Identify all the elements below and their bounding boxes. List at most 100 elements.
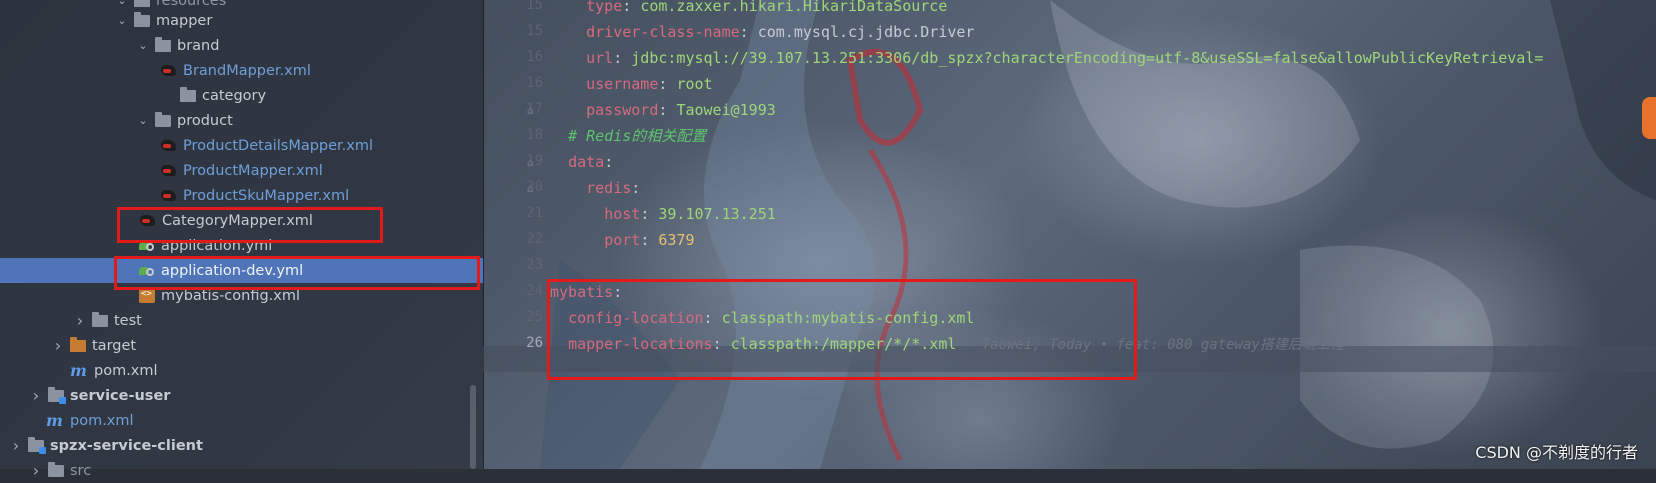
highlight-box-category-mapper — [117, 207, 383, 243]
code-token: : — [631, 179, 641, 197]
tree-item-label: BrandMapper.xml — [183, 62, 311, 79]
folder-icon — [134, 0, 150, 7]
mybatis-xml-icon — [160, 189, 178, 203]
code-line[interactable]: type: com.zaxxer.hikari.HikariDataSource — [550, 0, 947, 19]
chevron-right-icon[interactable]: › — [72, 311, 88, 330]
module-folder-icon — [48, 386, 66, 404]
code-line[interactable]: password: Taowei@1993 — [550, 97, 776, 123]
tree-item[interactable]: BrandMapper.xml — [0, 58, 483, 83]
tree-item-label: spzx-service-client — [50, 437, 203, 454]
tree-item[interactable]: › target — [0, 333, 483, 358]
tree-item-label: product — [177, 112, 233, 129]
folder-icon — [134, 11, 150, 27]
line-number: 19 — [526, 153, 543, 169]
code-token: 6379 — [658, 231, 695, 249]
fold-marker-icon[interactable]: ⌂ — [527, 104, 534, 117]
code-token: Taowei@1993 — [676, 101, 776, 119]
xml-config-icon — [139, 288, 155, 303]
line-number: 16 — [526, 75, 543, 91]
folder-icon — [155, 111, 171, 127]
tree-item[interactable]: › test — [0, 308, 483, 333]
tree-item-label: src — [70, 462, 92, 479]
highlight-box-application-dev — [114, 256, 480, 290]
code-line[interactable]: redis: — [550, 175, 640, 201]
code-token: : — [658, 75, 677, 93]
code-token: driver-class-name — [586, 23, 740, 41]
mybatis-xml-icon — [160, 139, 178, 153]
tree-item-label: target — [92, 337, 137, 354]
code-token: redis — [586, 179, 632, 197]
chevron-down-icon[interactable]: ⌄ — [135, 39, 151, 52]
line-number: 26 — [526, 335, 543, 351]
code-token: root — [676, 75, 713, 93]
tree-item[interactable]: ⌄ mapper — [0, 8, 483, 33]
folder-icon — [48, 461, 64, 477]
tree-item[interactable]: ProductSkuMapper.xml — [0, 183, 483, 208]
module-folder-icon — [28, 436, 46, 454]
maven-icon: m — [70, 361, 87, 380]
tree-item[interactable]: › spzx-service-client — [0, 433, 483, 458]
chevron-right-icon[interactable]: › — [28, 461, 44, 480]
line-number: 15 — [526, 23, 543, 39]
line-number: 23 — [526, 257, 543, 273]
code-token: host — [604, 205, 641, 223]
fold-marker-icon[interactable]: ⌂ — [527, 182, 534, 195]
line-number: 21 — [526, 205, 543, 221]
line-number: 24 — [526, 283, 543, 299]
code-line[interactable]: username: root — [550, 71, 713, 97]
plugin-side-tab[interactable] — [1642, 97, 1656, 139]
tree-item-label: test — [114, 312, 142, 329]
tree-item[interactable]: › service-user — [0, 383, 483, 408]
tree-item-label: mapper — [156, 12, 213, 29]
folder-icon — [180, 86, 196, 102]
chevron-right-icon[interactable]: › — [8, 436, 24, 455]
tree-item[interactable]: category — [0, 83, 483, 108]
tree-item[interactable]: ProductDetailsMapper.xml — [0, 133, 483, 158]
tree-item[interactable]: ProductMapper.xml — [0, 158, 483, 183]
tree-item[interactable]: m pom.xml — [0, 408, 483, 433]
fold-marker-icon[interactable]: ⌂ — [527, 156, 534, 169]
code-token: com.mysql.cj.jdbc.Driver — [757, 23, 975, 41]
chevron-right-icon[interactable]: › — [28, 386, 44, 405]
line-number: 22 — [526, 231, 543, 247]
folder-icon — [155, 36, 171, 52]
code-token: type — [586, 0, 623, 15]
line-number: 17 — [526, 101, 543, 117]
code-token: # Redis的相关配置 — [568, 127, 707, 145]
code-line[interactable]: url: jdbc:mysql://39.107.13.251:3306/db_… — [550, 45, 1543, 71]
chevron-right-icon[interactable]: › — [50, 336, 66, 355]
chevron-down-icon[interactable]: ⌄ — [114, 0, 130, 7]
chevron-down-icon[interactable]: ⌄ — [114, 14, 130, 27]
tree-item[interactable]: m pom.xml — [0, 358, 483, 383]
highlight-box-mybatis-config — [547, 279, 1137, 380]
code-token: url — [586, 49, 614, 67]
code-token: port — [604, 231, 641, 249]
code-line[interactable]: port: 6379 — [550, 227, 695, 253]
code-token: : — [604, 153, 614, 171]
tree-item[interactable]: ⌄ product — [0, 108, 483, 133]
code-line[interactable]: driver-class-name: com.mysql.cj.jdbc.Dri… — [550, 19, 974, 45]
code-editor[interactable]: 15 15 16 16 17 18 19 20 21 22 23 24 25 26 type: com.z… — [483, 0, 1656, 469]
line-number: 18 — [526, 127, 543, 143]
code-line[interactable]: host: 39.107.13.251 — [550, 201, 776, 227]
line-number: 25 — [526, 309, 543, 325]
tree-item[interactable]: › src — [0, 458, 483, 483]
excluded-folder-icon — [70, 336, 86, 352]
code-line[interactable]: # Redis的相关配置 — [550, 123, 706, 149]
code-token: 39.107.13.251 — [658, 205, 776, 223]
code-line[interactable]: data: — [550, 149, 613, 175]
tree-item-label: ProductSkuMapper.xml — [183, 187, 350, 204]
code-token: com.zaxxer.hikari.HikariDataSource — [640, 0, 948, 15]
code-token: : — [613, 49, 632, 67]
tree-item[interactable]: ⌄ brand — [0, 33, 483, 58]
chevron-down-icon[interactable]: ⌄ — [135, 114, 151, 127]
mybatis-xml-icon — [160, 64, 178, 78]
